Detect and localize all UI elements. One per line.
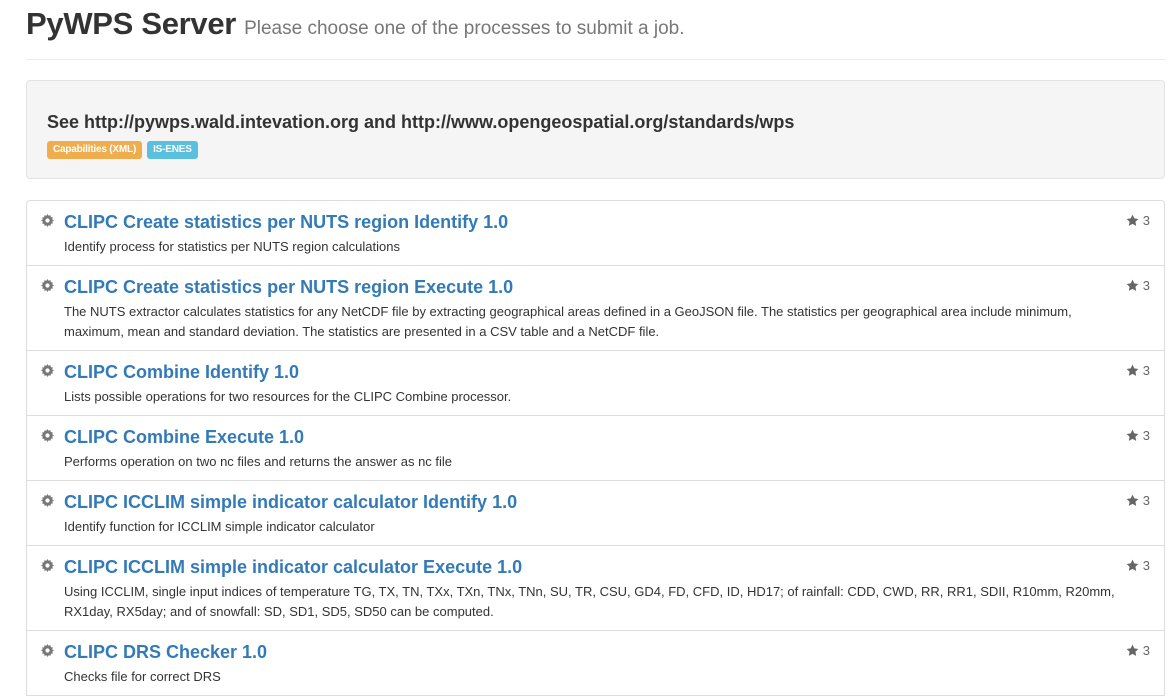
page-header: PyWPS Server Please choose one of the pr… (26, 0, 1166, 60)
process-item: CLIPC ICCLIM simple indicator calculator… (27, 481, 1164, 546)
process-list: CLIPC Create statistics per NUTS region … (26, 200, 1165, 696)
process-description: Performs operation on two nc files and r… (64, 454, 453, 469)
star-icon (1126, 279, 1139, 291)
process-description: Lists possible operations for two resour… (64, 389, 512, 404)
gear-icon (41, 214, 54, 227)
gear-icon (41, 429, 54, 442)
process-title-link[interactable]: CLIPC Create statistics per NUTS region … (64, 211, 508, 233)
process-item: CLIPC Combine Execute 1.0 Performs opera… (27, 416, 1164, 481)
process-item: CLIPC ICCLIM simple indicator calculator… (27, 546, 1164, 631)
star-icon (1126, 429, 1139, 441)
star-count: 3 (1126, 213, 1150, 228)
process-title-link[interactable]: CLIPC Combine Identify 1.0 (64, 361, 299, 383)
process-description: Identify process for statistics per NUTS… (64, 239, 400, 254)
star-count: 3 (1126, 493, 1150, 508)
gear-icon (41, 279, 54, 292)
page: PyWPS Server Please choose one of the pr… (0, 0, 1174, 696)
star-count: 3 (1126, 363, 1150, 378)
star-icon (1126, 559, 1139, 571)
gear-icon (41, 364, 54, 377)
star-count-value: 3 (1142, 213, 1150, 228)
star-count-value: 3 (1142, 493, 1150, 508)
star-count: 3 (1126, 558, 1150, 573)
star-icon (1126, 494, 1139, 506)
star-icon (1126, 364, 1139, 376)
process-description: Identify function for ICCLIM simple indi… (64, 519, 375, 534)
star-count: 3 (1126, 278, 1150, 293)
process-title-link[interactable]: CLIPC ICCLIM simple indicator calculator… (64, 556, 522, 578)
star-count: 3 (1126, 643, 1150, 658)
star-count-value: 3 (1142, 643, 1150, 658)
process-item: CLIPC Combine Identify 1.0 Lists possibl… (27, 351, 1164, 416)
process-description: Checks file for correct DRS (64, 669, 221, 684)
process-title-link[interactable]: CLIPC DRS Checker 1.0 (64, 641, 267, 663)
process-item: CLIPC DRS Checker 1.0 Checks file for co… (27, 631, 1164, 696)
star-count-value: 3 (1142, 278, 1150, 293)
process-item: CLIPC Create statistics per NUTS region … (27, 201, 1164, 266)
process-item: CLIPC Create statistics per NUTS region … (27, 266, 1164, 351)
process-description: The NUTS extractor calculates statistics… (64, 304, 1072, 339)
gear-icon (41, 494, 54, 507)
is-enes-badge[interactable]: IS-ENES (147, 141, 198, 159)
process-title-link[interactable]: CLIPC Create statistics per NUTS region … (64, 276, 513, 298)
star-count: 3 (1126, 428, 1150, 443)
star-icon (1126, 214, 1139, 226)
process-title-link[interactable]: CLIPC ICCLIM simple indicator calculator… (64, 491, 517, 513)
page-subtitle: Please choose one of the processes to su… (244, 18, 685, 39)
star-count-value: 3 (1142, 428, 1150, 443)
info-panel: See http://pywps.wald.intevation.org and… (26, 80, 1165, 179)
gear-icon (41, 644, 54, 657)
badge-row: Capabilities (XML) IS-ENES (47, 141, 1144, 159)
star-count-value: 3 (1142, 558, 1150, 573)
page-title: PyWPS Server (26, 6, 237, 41)
capabilities-badge[interactable]: Capabilities (XML) (47, 141, 143, 159)
gear-icon (41, 559, 54, 572)
star-count-value: 3 (1142, 363, 1150, 378)
process-description: Using ICCLIM, single input indices of te… (64, 584, 1115, 619)
star-icon (1126, 644, 1139, 656)
info-text: See http://pywps.wald.intevation.org and… (47, 112, 795, 132)
process-title-link[interactable]: CLIPC Combine Execute 1.0 (64, 426, 304, 448)
